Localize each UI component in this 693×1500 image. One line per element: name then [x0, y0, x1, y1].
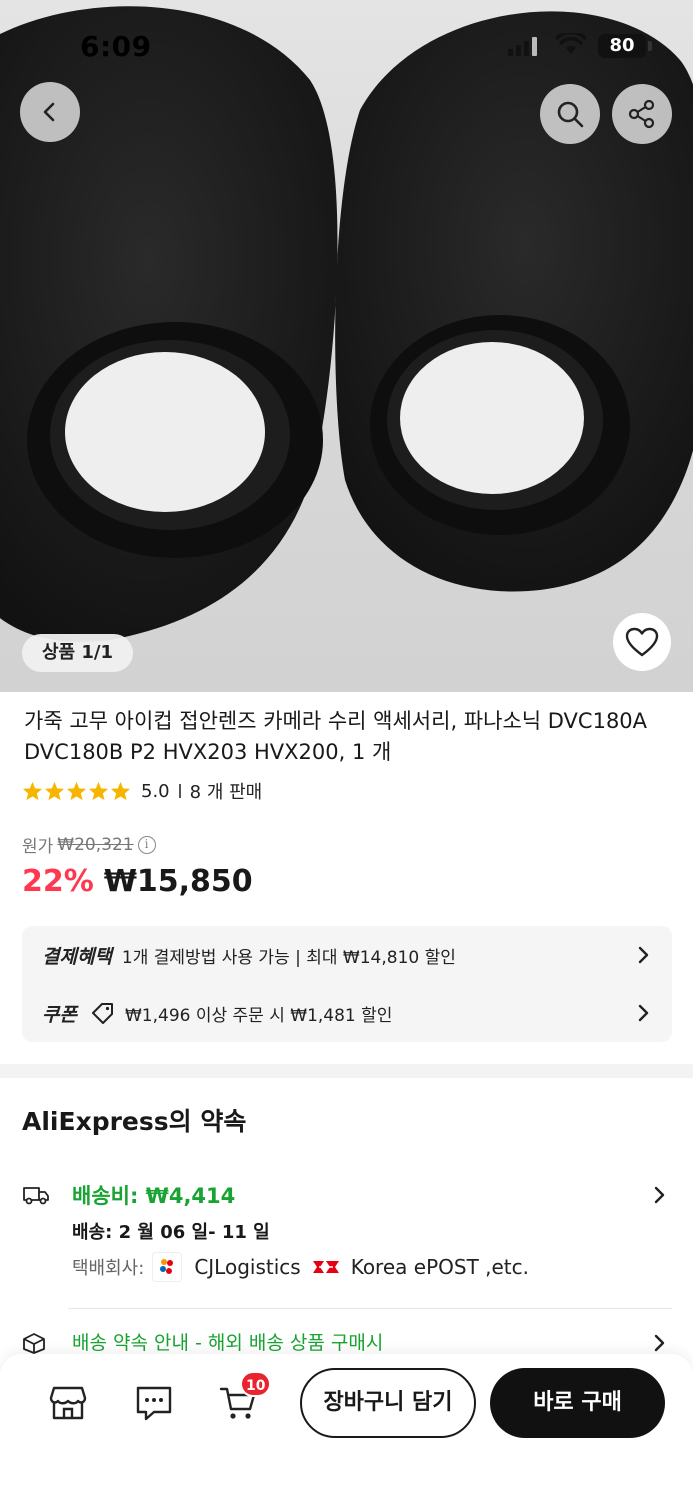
signal-icon: [508, 37, 537, 56]
cart-count-badge: 10: [240, 1371, 272, 1397]
inner-divider: [68, 1308, 672, 1309]
star-icon: [44, 781, 65, 801]
truck-icon: [23, 1187, 49, 1205]
chevron-right-icon[interactable]: [652, 1334, 666, 1352]
korea-post-logo-icon: [310, 1256, 341, 1278]
store-icon[interactable]: [48, 1384, 88, 1422]
bottom-action-bar: 10 장바구니 담기 바로 구매: [0, 1354, 693, 1500]
rating-row[interactable]: 5.0 8 개 판매: [22, 778, 262, 804]
coupon-row[interactable]: 쿠폰 ₩1,496 이상 주문 시 ₩1,481 할인: [42, 984, 650, 1042]
promise-title: AliExpress의 약속: [22, 1107, 247, 1136]
back-button[interactable]: [20, 82, 80, 142]
chevron-right-icon: [638, 1004, 649, 1022]
status-time: 6:09: [80, 30, 152, 63]
payment-benefit-text: 1개 결제방법 사용 가능 | 최대 ₩14,810 할인: [121, 947, 456, 968]
battery-icon: [648, 41, 652, 51]
star-icon: [110, 781, 131, 801]
wifi-icon: [556, 33, 586, 54]
search-icon: [557, 101, 584, 128]
delivery-date: 배송: 2 월 06 일- 11 일: [72, 1222, 270, 1243]
image-counter: 상품 1/1: [22, 634, 134, 672]
payment-benefit-tag: 결제혜택: [42, 945, 112, 968]
cj-logistics-logo: [152, 1252, 183, 1282]
star-icon: [66, 781, 87, 801]
coupon-tag-icon: [91, 1003, 113, 1024]
chevron-right-icon[interactable]: [652, 1186, 666, 1204]
info-icon[interactable]: i: [137, 835, 156, 854]
coupon-tag: 쿠폰: [42, 1003, 77, 1026]
shipping-fee[interactable]: 배송비: ₩4,414: [72, 1180, 235, 1210]
original-price-row: 원가 ₩20,321 i: [22, 832, 156, 857]
status-bar: 6:09 80: [0, 0, 693, 90]
section-divider: [0, 1064, 693, 1078]
price-row: 22% ₩15,850: [22, 864, 253, 899]
product-image[interactable]: 6:09 80 상품 1/1: [0, 0, 693, 692]
heart-icon: [625, 627, 659, 657]
original-price-label: 원가: [22, 837, 54, 857]
rating-divider: [178, 784, 181, 798]
buy-now-button[interactable]: 바로 구매: [490, 1368, 665, 1438]
carrier-row: 택배회사: CJLogistics Korea ePOST ,etc.: [72, 1252, 529, 1282]
search-button[interactable]: [540, 84, 600, 144]
carrier-label: 택배회사:: [72, 1258, 145, 1279]
original-price: ₩20,321: [57, 834, 134, 855]
sold-count: 8 개 판매: [189, 782, 263, 803]
carrier-cj: CJLogistics: [194, 1255, 301, 1279]
share-button[interactable]: [612, 84, 672, 144]
benefits-box: 결제혜택 1개 결제방법 사용 가능 | 최대 ₩14,810 할인 쿠폰 ₩1…: [22, 926, 672, 1042]
message-icon[interactable]: [134, 1384, 174, 1422]
battery-level: 80: [598, 34, 646, 58]
chevron-left-icon: [43, 102, 55, 122]
payment-benefit-row[interactable]: 결제혜택 1개 결제방법 사용 가능 | 최대 ₩14,810 할인: [42, 926, 650, 984]
add-to-cart-button[interactable]: 장바구니 담기: [300, 1368, 476, 1438]
coupon-text: ₩1,496 이상 주문 시 ₩1,481 할인: [124, 1005, 393, 1026]
star-icon: [88, 781, 109, 801]
box-icon: [23, 1333, 45, 1354]
cj-logo-icon: [160, 1259, 174, 1274]
rating-value: 5.0: [141, 780, 170, 802]
rating-stars: [22, 781, 131, 801]
sale-price: ₩15,850: [103, 864, 253, 899]
share-icon: [628, 99, 655, 129]
delivery-guarantee-link[interactable]: 배송 약속 안내 - 해외 배송 상품 구매시: [72, 1328, 383, 1355]
wishlist-button[interactable]: [613, 613, 671, 671]
chevron-right-icon: [638, 946, 649, 964]
discount-percent: 22%: [22, 864, 94, 899]
carrier-korea-post: Korea ePOST ,etc.: [350, 1255, 529, 1279]
product-title: 가죽 고무 아이컵 접안렌즈 카메라 수리 액세서리, 파나소닉 DVC180A…: [24, 709, 648, 764]
star-icon: [22, 781, 43, 801]
